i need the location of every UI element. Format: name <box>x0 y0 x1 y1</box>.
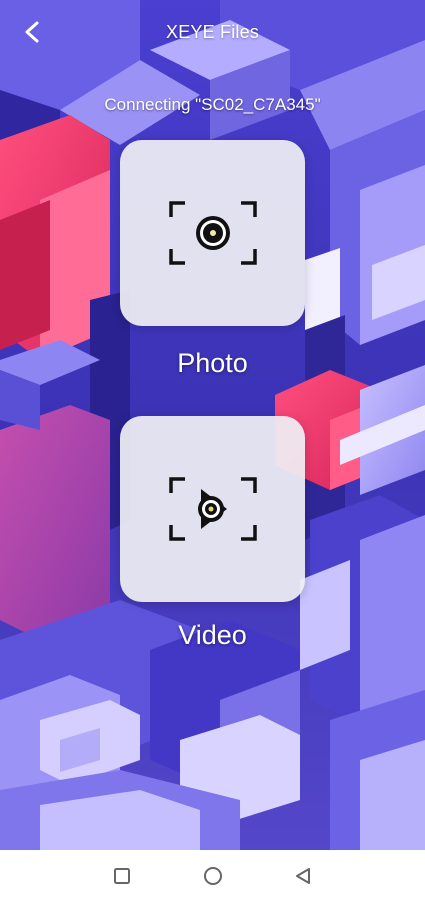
top-bar: XEYE Files <box>0 0 425 64</box>
triangle-back-icon <box>296 868 310 884</box>
video-button[interactable] <box>120 416 305 602</box>
video-camera-icon <box>168 477 257 541</box>
system-back-button[interactable] <box>292 865 314 887</box>
square-recent-apps-icon <box>114 868 130 884</box>
circle-home-icon <box>204 867 222 885</box>
photo-label: Photo <box>177 348 248 378</box>
connection-status: Connecting "SC02_C7A345" <box>104 95 321 114</box>
system-navigation-bar <box>0 850 425 900</box>
recent-apps-button[interactable] <box>111 865 133 887</box>
video-label: Video <box>178 620 247 650</box>
home-button[interactable] <box>202 865 224 887</box>
app-screen: XEYE Files Connecting "SC02_C7A345" Phot… <box>0 0 425 900</box>
photo-button[interactable] <box>120 140 305 326</box>
camera-shutter-icon <box>168 201 257 265</box>
page-title: XEYE Files <box>165 22 260 42</box>
